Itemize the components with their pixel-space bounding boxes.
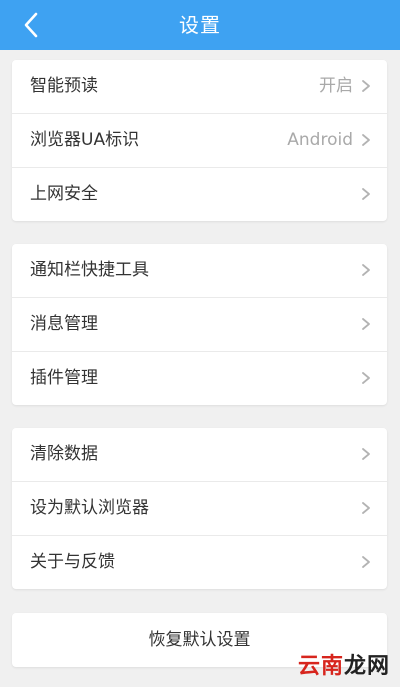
settings-group-browsing: 智能预读 开启 浏览器UA标识 Android 上网安全 — [12, 60, 387, 221]
chevron-right-icon — [362, 134, 370, 146]
watermark-part-2: 龙网 — [343, 654, 390, 679]
row-value: Android — [287, 130, 353, 150]
row-value: 开启 — [319, 76, 353, 96]
chevron-right-icon — [362, 556, 370, 568]
chevron-right-icon — [362, 188, 370, 200]
row-notification-tools[interactable]: 通知栏快捷工具 — [12, 244, 387, 298]
site-watermark: 云南龙网 — [298, 648, 390, 680]
row-label: 消息管理 — [30, 314, 98, 334]
row-web-security[interactable]: 上网安全 — [12, 168, 387, 221]
row-message-management[interactable]: 消息管理 — [12, 298, 387, 352]
row-label: 清除数据 — [30, 444, 98, 464]
watermark-part-1: 云南 — [297, 654, 344, 679]
row-label: 关于与反馈 — [30, 552, 115, 572]
chevron-right-icon — [362, 80, 370, 92]
settings-group-general: 清除数据 设为默认浏览器 关于与反馈 — [12, 428, 387, 589]
row-label: 浏览器UA标识 — [30, 130, 140, 150]
row-about-feedback[interactable]: 关于与反馈 — [12, 536, 387, 589]
settings-group-tools: 通知栏快捷工具 消息管理 插件管理 — [12, 244, 387, 405]
row-label: 插件管理 — [30, 368, 98, 388]
chevron-right-icon — [362, 264, 370, 276]
chevron-right-icon — [362, 318, 370, 330]
row-label: 上网安全 — [30, 184, 98, 204]
row-plugin-management[interactable]: 插件管理 — [12, 352, 387, 405]
chevron-right-icon — [362, 448, 370, 460]
page-title: 设置 — [179, 13, 221, 37]
row-smart-preload[interactable]: 智能预读 开启 — [12, 60, 387, 114]
row-label: 智能预读 — [30, 76, 98, 96]
row-label: 通知栏快捷工具 — [30, 260, 149, 280]
row-clear-data[interactable]: 清除数据 — [12, 428, 387, 482]
chevron-right-icon — [362, 502, 370, 514]
top-bar: 设置 — [0, 0, 400, 50]
row-browser-ua[interactable]: 浏览器UA标识 Android — [12, 114, 387, 168]
row-set-default-browser[interactable]: 设为默认浏览器 — [12, 482, 387, 536]
chevron-right-icon — [362, 372, 370, 384]
row-label: 设为默认浏览器 — [30, 498, 149, 518]
